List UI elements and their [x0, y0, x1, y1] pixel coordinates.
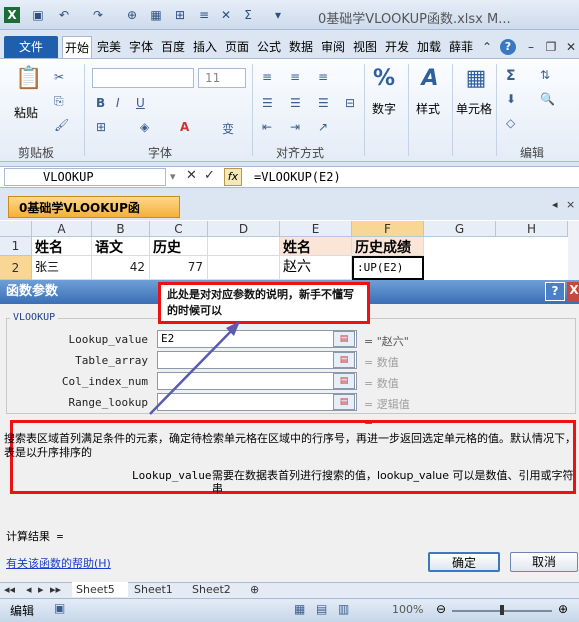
sheet-nav-next-icon[interactable]: ▸ — [38, 582, 44, 597]
annotation-arrow — [149, 321, 240, 415]
insert-sheet-icon[interactable]: ⊕ — [250, 582, 259, 597]
zoom-slider-thumb[interactable] — [500, 605, 504, 615]
sheet-tab-sheet1[interactable]: Sheet1 — [130, 582, 186, 597]
zoom-in-icon[interactable]: ⊕ — [558, 602, 568, 616]
page-break-icon[interactable]: ▥ — [338, 602, 349, 616]
sheet-tab-sheet2[interactable]: Sheet2 — [188, 582, 244, 597]
normal-view-icon[interactable]: ▦ — [294, 602, 305, 616]
page-layout-icon[interactable]: ▤ — [316, 602, 327, 616]
zoom-out-icon[interactable]: ⊖ — [436, 602, 446, 616]
sheet-nav-first-icon[interactable]: ◂◂ — [4, 582, 15, 597]
sheet-nav-last-icon[interactable]: ▸▸ — [50, 582, 61, 597]
status-mode: 编辑 — [10, 604, 35, 618]
zoom-level[interactable]: 100% — [392, 603, 423, 616]
sheet-tab-sheet5[interactable]: Sheet5 — [72, 582, 128, 597]
sheet-nav-prev-icon[interactable]: ◂ — [26, 582, 32, 597]
macro-record-icon[interactable]: ▣ — [54, 601, 65, 615]
